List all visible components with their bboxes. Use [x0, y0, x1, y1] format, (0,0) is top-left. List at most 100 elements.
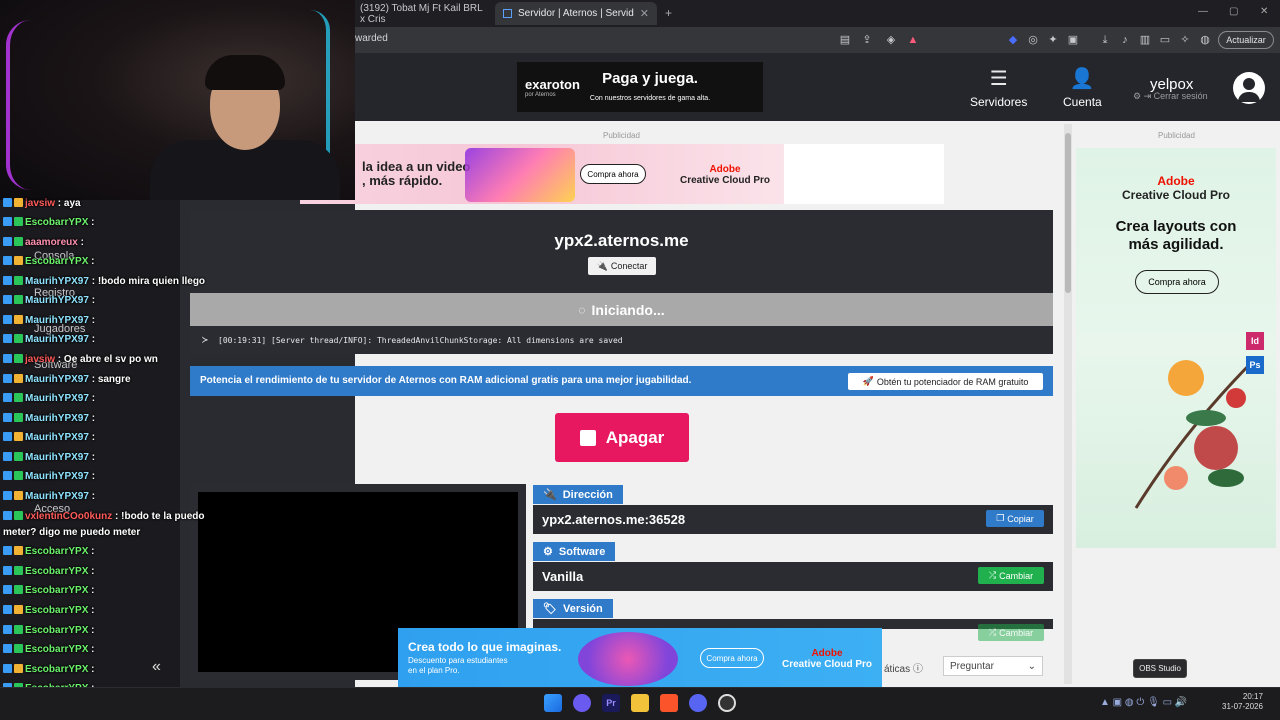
minimize-icon[interactable]: — — [1198, 6, 1208, 17]
reader-icon[interactable]: ▤ — [838, 33, 852, 47]
obs-icon[interactable] — [718, 694, 736, 712]
sidebar-icon[interactable]: ▣ — [1066, 33, 1080, 47]
wallet-icon[interactable]: ▭ — [1158, 33, 1172, 47]
chat-username[interactable]: MaurihYPX97 — [25, 432, 89, 443]
chat-separator: : — [112, 511, 122, 522]
subscriber-badge-icon — [3, 432, 12, 441]
maximize-icon[interactable]: ▢ — [1229, 6, 1238, 17]
top-ad-cta[interactable]: Compra ahora — [580, 164, 646, 184]
chat-username[interactable]: MaurihYPX97 — [25, 315, 89, 326]
chat-username[interactable]: aaamoreux — [25, 237, 78, 248]
change-software-button[interactable]: ⤮ Cambiar — [978, 567, 1044, 584]
bookmark-icon[interactable]: ▥ — [1138, 33, 1152, 47]
premiere-icon[interactable]: Pr — [602, 694, 620, 712]
mod-badge-icon — [14, 491, 23, 500]
right-ad-headline: Crea layouts con más agilidad. — [1076, 218, 1276, 254]
chat-username[interactable]: EscobarrYPX — [25, 256, 88, 267]
vpn-icon[interactable]: ◍ — [1198, 33, 1212, 47]
app-icon[interactable] — [573, 694, 591, 712]
brave-rewards-icon[interactable]: ▲ — [906, 33, 920, 47]
chat-username[interactable]: vxlentinCOo0kunz — [25, 511, 112, 522]
chat-username[interactable]: EscobarrYPX — [25, 644, 88, 655]
connect-button[interactable]: 🔌 Conectar — [588, 257, 656, 275]
share-icon[interactable]: ⇪ — [860, 33, 874, 47]
chat-text: sangre — [97, 374, 131, 385]
tab-aternos[interactable]: Servidor | Aternos | Servidor de M ✕ — [495, 2, 657, 25]
mod-badge-icon — [14, 546, 23, 555]
chat-username[interactable]: MaurihYPX97 — [25, 295, 89, 306]
windows-start-icon[interactable] — [544, 694, 562, 712]
chat-username[interactable]: MaurihYPX97 — [25, 374, 89, 385]
top-ad[interactable]: la idea a un video , más rápido. Compra … — [300, 144, 784, 204]
bottom-ad-subtitle: Descuento para estudiantes en el plan Pr… — [408, 656, 508, 676]
chat-message: MaurihYPX97 : — [3, 295, 95, 306]
chat-message: EscobarrYPX : — [3, 605, 94, 616]
chat-message: EscobarrYPX : — [3, 625, 94, 636]
mod-badge-icon — [14, 625, 23, 634]
brave-icon[interactable] — [660, 694, 678, 712]
music-icon[interactable]: ♪ — [1118, 33, 1132, 47]
extension-icon[interactable]: ◎ — [1026, 33, 1040, 47]
console-text: [00:19:31] [Server thread/INFO]: Threade… — [218, 336, 623, 345]
chat-username[interactable]: EscobarrYPX — [25, 585, 88, 596]
folder-icon[interactable] — [631, 694, 649, 712]
chat-username[interactable]: EscobarrYPX — [25, 546, 88, 557]
right-ad[interactable]: Adobe Creative Cloud Pro Crea layouts co… — [1076, 148, 1276, 548]
clock-time: 20:17 — [1242, 692, 1263, 701]
puzzle-icon[interactable]: ✦ — [1046, 33, 1060, 47]
scrollbar-thumb[interactable] — [1065, 133, 1071, 293]
extension-icon[interactable]: ◆ — [1006, 33, 1020, 47]
chat-username[interactable]: javsiw — [25, 354, 55, 365]
chat-separator: : — [88, 374, 98, 385]
copy-address-button[interactable]: ❐ Copiar — [986, 510, 1044, 527]
subscriber-badge-icon — [3, 256, 12, 265]
collapse-sidebar-icon[interactable]: « — [152, 658, 161, 676]
close-window-icon[interactable]: ✕ — [1260, 6, 1268, 17]
leo-ai-icon[interactable]: ✧ — [1178, 33, 1192, 47]
ram-booster-button[interactable]: 🚀 Obtén tu potenciador de RAM gratuito — [848, 373, 1043, 390]
software-row: Vanilla — [533, 562, 1053, 591]
avatar[interactable] — [1233, 72, 1265, 104]
chat-username[interactable]: javsiw — [25, 198, 55, 209]
update-button[interactable]: Actualizar — [1218, 31, 1274, 49]
close-tab-icon[interactable]: ✕ — [640, 7, 649, 20]
tray-icons[interactable]: ▲ ▣ ◍ ⏻ 🎙 ▭ 🔊 — [1100, 697, 1187, 708]
download-icon[interactable]: ⤓ — [1098, 33, 1112, 47]
stop-server-button[interactable]: Apagar — [555, 413, 689, 462]
chat-message: MaurihYPX97 : — [3, 452, 95, 463]
chat-username[interactable]: MaurihYPX97 — [25, 276, 89, 287]
exaroton-banner[interactable]: exaroton por Aternos Paga y juega. Con n… — [517, 62, 763, 112]
logout-link[interactable]: ⚙ ⇥ Cerrar sesión — [1133, 91, 1208, 102]
system-clock[interactable]: 20:17 31-07-2026 — [1222, 692, 1263, 712]
brave-shield-icon[interactable]: ◈ — [884, 33, 898, 47]
chat-separator: : — [88, 393, 96, 404]
chat-username[interactable]: EscobarrYPX — [25, 605, 88, 616]
indesign-icon: Id — [1246, 332, 1264, 350]
chat-username[interactable]: MaurihYPX97 — [25, 413, 89, 424]
chat-username[interactable]: MaurihYPX97 — [25, 334, 89, 345]
chat-username[interactable]: MaurihYPX97 — [25, 452, 89, 463]
change-version-button[interactable]: ⤮ Cambiar — [978, 624, 1044, 641]
mod-badge-icon — [14, 664, 23, 673]
right-ad-brand: Adobe Creative Cloud Pro — [1076, 174, 1276, 202]
chat-message: EscobarrYPX : — [3, 546, 94, 557]
tab-youtube[interactable]: (3192) Tobat Mj Ft Kail BRL x Cris — [352, 2, 492, 25]
bottom-ad[interactable]: Crea todo lo que imaginas. Descuento par… — [398, 628, 882, 688]
nav-account[interactable]: 👤 Cuenta — [1063, 66, 1102, 109]
chat-username[interactable]: EscobarrYPX — [25, 625, 88, 636]
bottom-ad-cta[interactable]: Compra ahora — [700, 648, 764, 668]
ask-select[interactable]: Preguntar ⌄ — [943, 656, 1043, 676]
software-label: Software — [558, 545, 606, 558]
address-bar[interactable]: warded — [355, 33, 388, 44]
right-ad-cta[interactable]: Compra ahora — [1135, 270, 1219, 294]
chat-username[interactable]: MaurihYPX97 — [25, 471, 89, 482]
chat-username[interactable]: MaurihYPX97 — [25, 491, 89, 502]
discord-icon[interactable] — [689, 694, 707, 712]
chat-username[interactable]: EscobarrYPX — [25, 664, 88, 675]
chat-username[interactable]: EscobarrYPX — [25, 566, 88, 577]
nav-servers[interactable]: ☰ Servidores — [970, 66, 1027, 109]
new-tab-icon[interactable]: + — [665, 6, 672, 20]
chat-username[interactable]: MaurihYPX97 — [25, 393, 89, 404]
version-tab: 🏷 Versión — [533, 599, 613, 618]
chat-username[interactable]: EscobarrYPX — [25, 217, 88, 228]
